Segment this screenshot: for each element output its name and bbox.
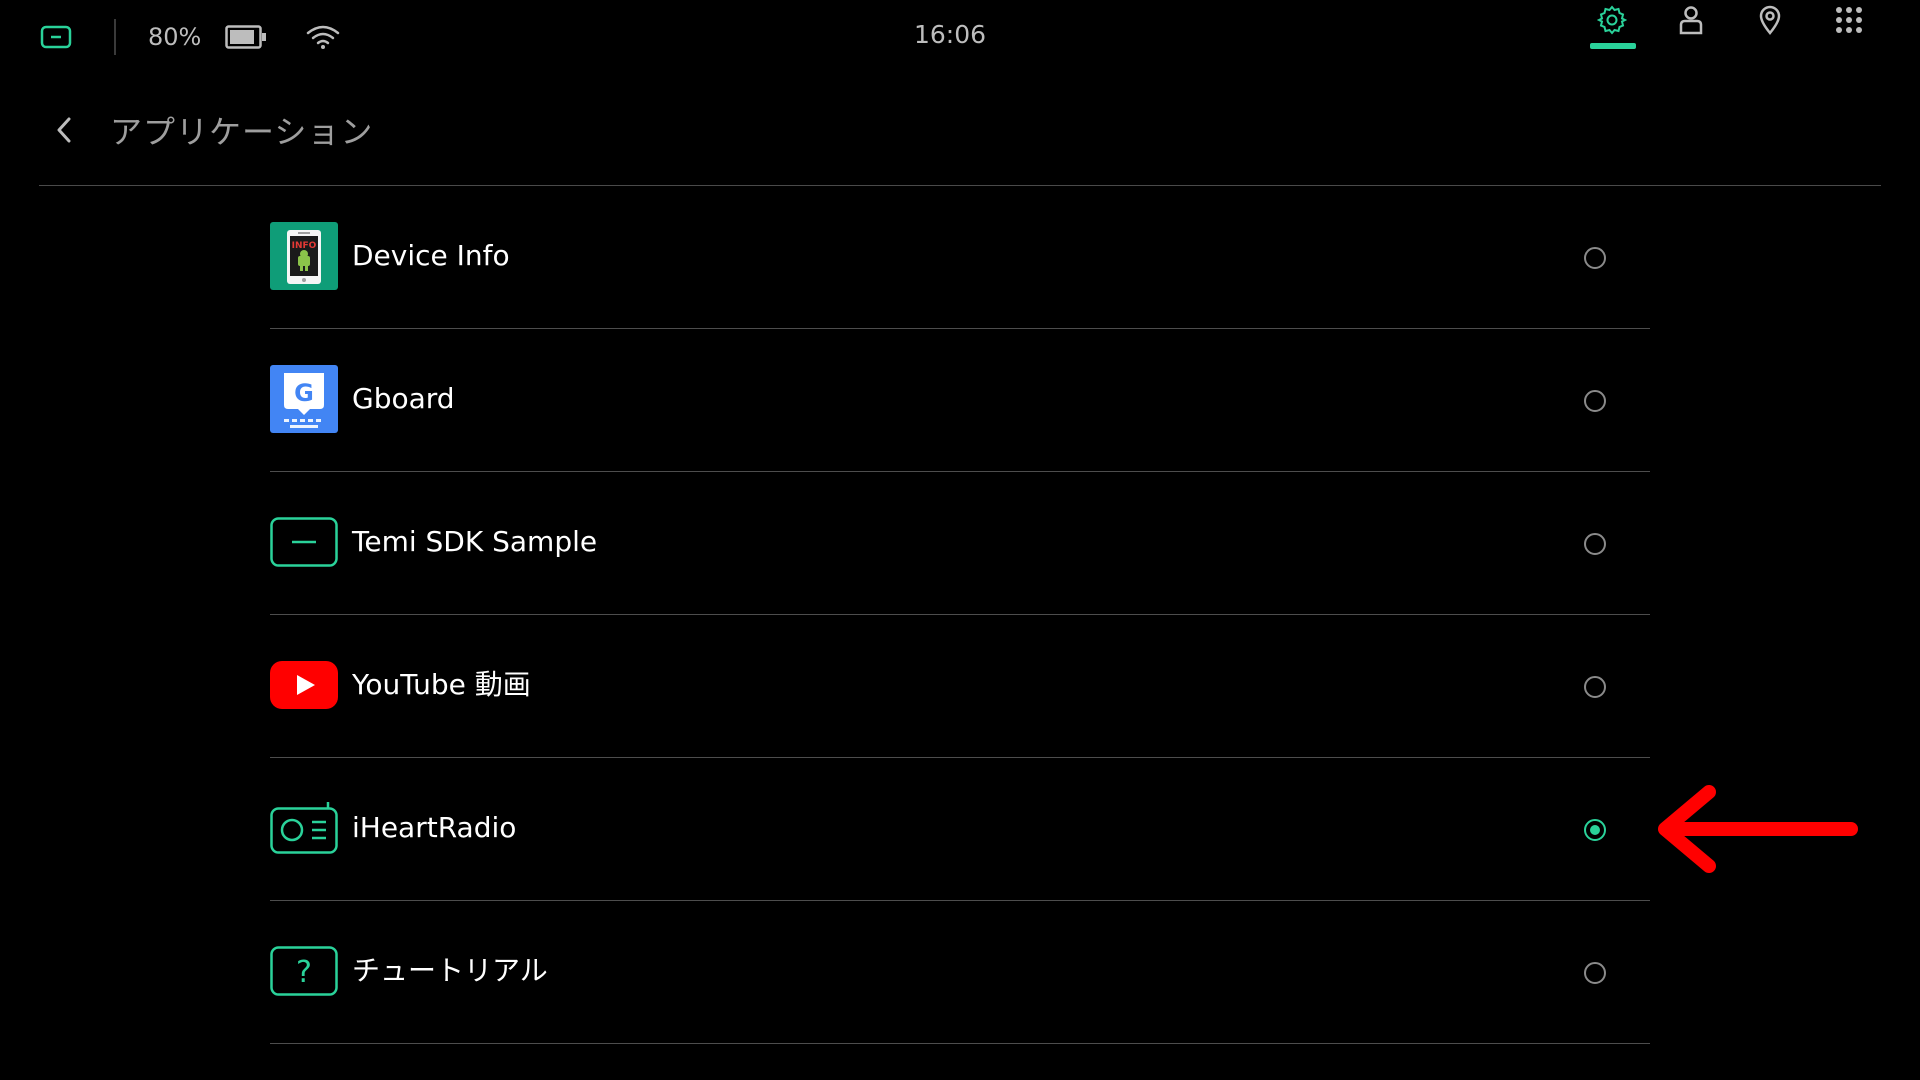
radio-button[interactable] <box>1584 247 1606 269</box>
settings-gear-icon[interactable] <box>1588 0 1636 40</box>
status-bar: 80% 16:06 <box>0 0 1920 74</box>
svg-text:?: ? <box>296 955 312 990</box>
apps-grid-icon[interactable] <box>1825 0 1873 40</box>
app-list: INFO Device Info G Gboard Temi SDK Sampl… <box>270 186 1650 1044</box>
youtube-icon <box>270 651 338 719</box>
svg-text:G: G <box>294 379 314 407</box>
app-label: iHeartRadio <box>352 811 517 844</box>
radio-button[interactable] <box>1584 676 1606 698</box>
list-item-tutorial[interactable]: ? チュートリアル <box>270 901 1650 1044</box>
location-pin-icon[interactable] <box>1746 0 1794 40</box>
list-item-gboard[interactable]: G Gboard <box>270 329 1650 472</box>
radio-button[interactable] <box>1584 533 1606 555</box>
temi-sdk-icon <box>270 508 338 576</box>
user-icon[interactable] <box>1667 0 1715 40</box>
back-button[interactable] <box>40 100 88 160</box>
radio-button[interactable] <box>1584 962 1606 984</box>
radio-button-selected[interactable] <box>1584 819 1606 841</box>
app-label: Temi SDK Sample <box>352 525 598 558</box>
annotation-arrow-icon <box>1645 780 1860 880</box>
app-label: Gboard <box>352 382 455 415</box>
list-item-temi-sdk-sample[interactable]: Temi SDK Sample <box>270 472 1650 615</box>
radio-button[interactable] <box>1584 390 1606 412</box>
list-item-youtube[interactable]: YouTube 動画 <box>270 615 1650 758</box>
app-label: YouTube 動画 <box>352 668 531 701</box>
list-item-device-info[interactable]: INFO Device Info <box>270 186 1650 329</box>
svg-text:INFO: INFO <box>292 241 317 251</box>
settings-screen: 80% 16:06 アプリケーション INFO Device Info G Gb… <box>0 0 1920 1080</box>
app-label: チュートリアル <box>352 954 548 987</box>
page-title: アプリケーション <box>110 113 374 151</box>
gboard-icon: G <box>270 365 338 433</box>
app-label: Device Info <box>352 239 510 272</box>
chevron-left-icon <box>54 115 74 145</box>
device-info-icon: INFO <box>270 222 338 290</box>
list-item-iheartradio[interactable]: iHeartRadio <box>270 758 1650 901</box>
page-header: アプリケーション <box>40 100 373 160</box>
radio-icon <box>270 794 338 862</box>
settings-active-indicator <box>1590 43 1636 49</box>
question-icon: ? <box>270 937 338 1005</box>
